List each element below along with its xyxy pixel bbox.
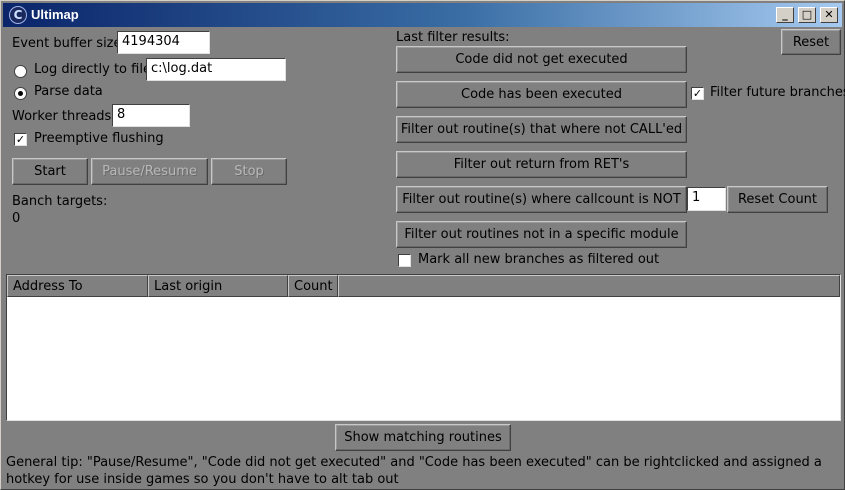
- branch-targets-label: Banch targets:: [12, 194, 108, 209]
- column-address-to[interactable]: Address To: [7, 275, 148, 297]
- last-filter-results-label: Last filter results:: [396, 30, 510, 45]
- ultimap-window: C Ultimap _ □ ✕ Event buffer size 419430…: [0, 0, 845, 490]
- filter-not-called-button[interactable]: Filter out routine(s) that where not CAL…: [396, 116, 687, 143]
- app-icon: C: [9, 6, 27, 24]
- title-bar[interactable]: C Ultimap _ □ ✕: [3, 3, 842, 27]
- stop-button[interactable]: Stop: [211, 158, 287, 185]
- log-file-input[interactable]: c:\log.dat: [146, 58, 286, 81]
- event-buffer-label: Event buffer size: [12, 36, 122, 51]
- callcount-input[interactable]: 1: [687, 187, 726, 211]
- show-matching-routines-button[interactable]: Show matching routines: [335, 424, 511, 451]
- log-to-file-label: Log directly to file: [34, 62, 151, 77]
- maximize-button[interactable]: □: [798, 7, 816, 23]
- event-buffer-input[interactable]: 4194304: [117, 31, 210, 54]
- filter-callcount-button[interactable]: Filter out routine(s) where callcount is…: [396, 186, 687, 213]
- column-count[interactable]: Count: [288, 275, 338, 297]
- mark-filtered-label: Mark all new branches as filtered out: [418, 252, 660, 267]
- filter-ret-button[interactable]: Filter out return from RET's: [396, 151, 687, 178]
- branch-list[interactable]: Address To Last origin Count: [6, 274, 841, 421]
- reset-count-button[interactable]: Reset Count: [727, 186, 828, 213]
- column-filler: [338, 275, 840, 297]
- filter-future-checkbox[interactable]: ✓: [691, 87, 704, 100]
- parse-data-radio[interactable]: [14, 87, 27, 100]
- parse-data-label: Parse data: [34, 84, 103, 99]
- preemptive-checkbox[interactable]: ✓: [14, 133, 27, 146]
- code-not-executed-button[interactable]: Code did not get executed: [396, 46, 687, 73]
- pause-resume-button[interactable]: Pause/Resume: [91, 158, 208, 185]
- log-to-file-radio[interactable]: [14, 65, 27, 78]
- filter-module-button[interactable]: Filter out routines not in a specific mo…: [396, 221, 687, 248]
- list-header: Address To Last origin Count: [7, 275, 840, 297]
- code-executed-button[interactable]: Code has been executed: [396, 81, 687, 108]
- worker-threads-input[interactable]: 8: [112, 104, 190, 127]
- start-button[interactable]: Start: [12, 158, 88, 185]
- minimize-button[interactable]: _: [776, 7, 794, 23]
- column-last-origin[interactable]: Last origin: [148, 275, 288, 297]
- filter-future-label: Filter future branches: [710, 85, 845, 100]
- preemptive-label: Preemptive flushing: [34, 131, 164, 146]
- window-title: Ultimap: [31, 7, 79, 22]
- reset-button[interactable]: Reset: [781, 29, 841, 55]
- branch-targets-value: 0: [12, 211, 21, 226]
- radio-selected-dot: [18, 91, 23, 96]
- close-button[interactable]: ✕: [820, 7, 838, 23]
- mark-filtered-checkbox[interactable]: [398, 254, 411, 267]
- worker-threads-label: Worker threads: [12, 109, 112, 124]
- general-tip-text: General tip: "Pause/Resume", "Code did n…: [6, 455, 822, 487]
